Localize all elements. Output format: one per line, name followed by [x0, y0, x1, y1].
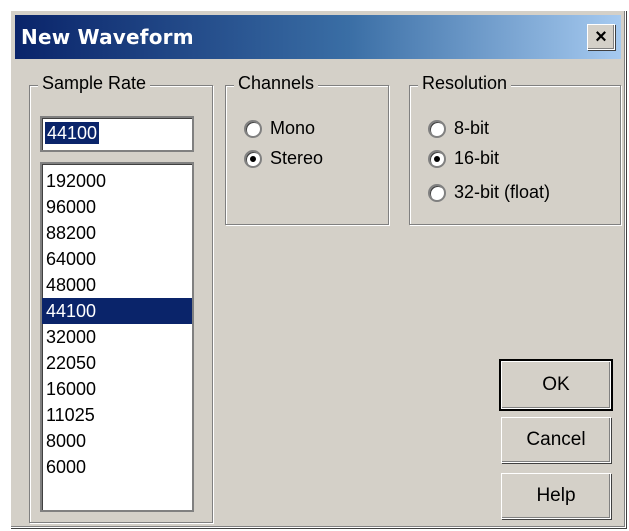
list-item[interactable]: 96000	[42, 194, 192, 220]
list-item[interactable]: 48000	[42, 272, 192, 298]
list-item[interactable]: 32000	[42, 324, 192, 350]
mono-label: Mono	[270, 118, 316, 138]
list-item[interactable]: 16000	[42, 376, 192, 402]
sample-rate-group: Sample Rate 44100 192000 96000 88200 640…	[29, 73, 213, 523]
stereo-label: Stereo	[270, 148, 324, 168]
channels-group: Channels Mono Stereo	[225, 73, 389, 225]
list-item[interactable]: 11025	[42, 402, 192, 428]
dialog-title: New Waveform	[21, 25, 194, 49]
cancel-label: Cancel	[526, 429, 586, 450]
32bit-label: 32-bit (float)	[454, 182, 551, 202]
16bit-label: 16-bit	[454, 148, 500, 168]
sample-rate-list[interactable]: 192000 96000 88200 64000 48000 44100 320…	[40, 162, 194, 512]
sample-rate-legend: Sample Rate	[38, 73, 151, 94]
channels-legend: Channels	[234, 73, 319, 94]
resolution-group: Resolution 8-bit 16-bit 32-bit (float)	[409, 73, 621, 225]
sample-rate-value: 44100	[45, 122, 100, 144]
close-button[interactable]: ×	[587, 24, 615, 50]
close-icon: ×	[595, 25, 607, 48]
title-bar[interactable]: New Waveform ×	[15, 15, 621, 59]
help-label: Help	[536, 485, 576, 506]
resolution-legend: Resolution	[418, 73, 512, 94]
sample-rate-input[interactable]: 44100	[40, 116, 194, 152]
8bit-label: 8-bit	[454, 118, 490, 138]
16bit-radio[interactable]: 16-bit	[428, 148, 499, 169]
radio-indicator	[428, 183, 446, 202]
list-item-selected[interactable]: 44100	[42, 298, 192, 324]
32bit-radio[interactable]: 32-bit (float)	[428, 182, 550, 203]
list-item[interactable]: 6000	[42, 454, 192, 480]
new-waveform-dialog: New Waveform × Sample Rate 44100 192000 …	[10, 10, 626, 528]
stereo-radio[interactable]: Stereo	[244, 148, 323, 169]
radio-indicator	[244, 119, 262, 138]
list-item[interactable]: 8000	[42, 428, 192, 454]
8bit-radio[interactable]: 8-bit	[428, 118, 489, 139]
cancel-button[interactable]: Cancel	[501, 417, 611, 463]
radio-indicator-checked	[428, 149, 446, 168]
list-item[interactable]: 22050	[42, 350, 192, 376]
list-item[interactable]: 192000	[42, 168, 192, 194]
list-item[interactable]: 64000	[42, 246, 192, 272]
ok-button[interactable]: OK	[499, 359, 613, 411]
radio-indicator-checked	[244, 149, 262, 168]
list-item[interactable]: 88200	[42, 220, 192, 246]
help-button[interactable]: Help	[501, 473, 611, 519]
radio-indicator	[428, 119, 446, 138]
mono-radio[interactable]: Mono	[244, 118, 315, 139]
ok-label: OK	[542, 374, 570, 395]
